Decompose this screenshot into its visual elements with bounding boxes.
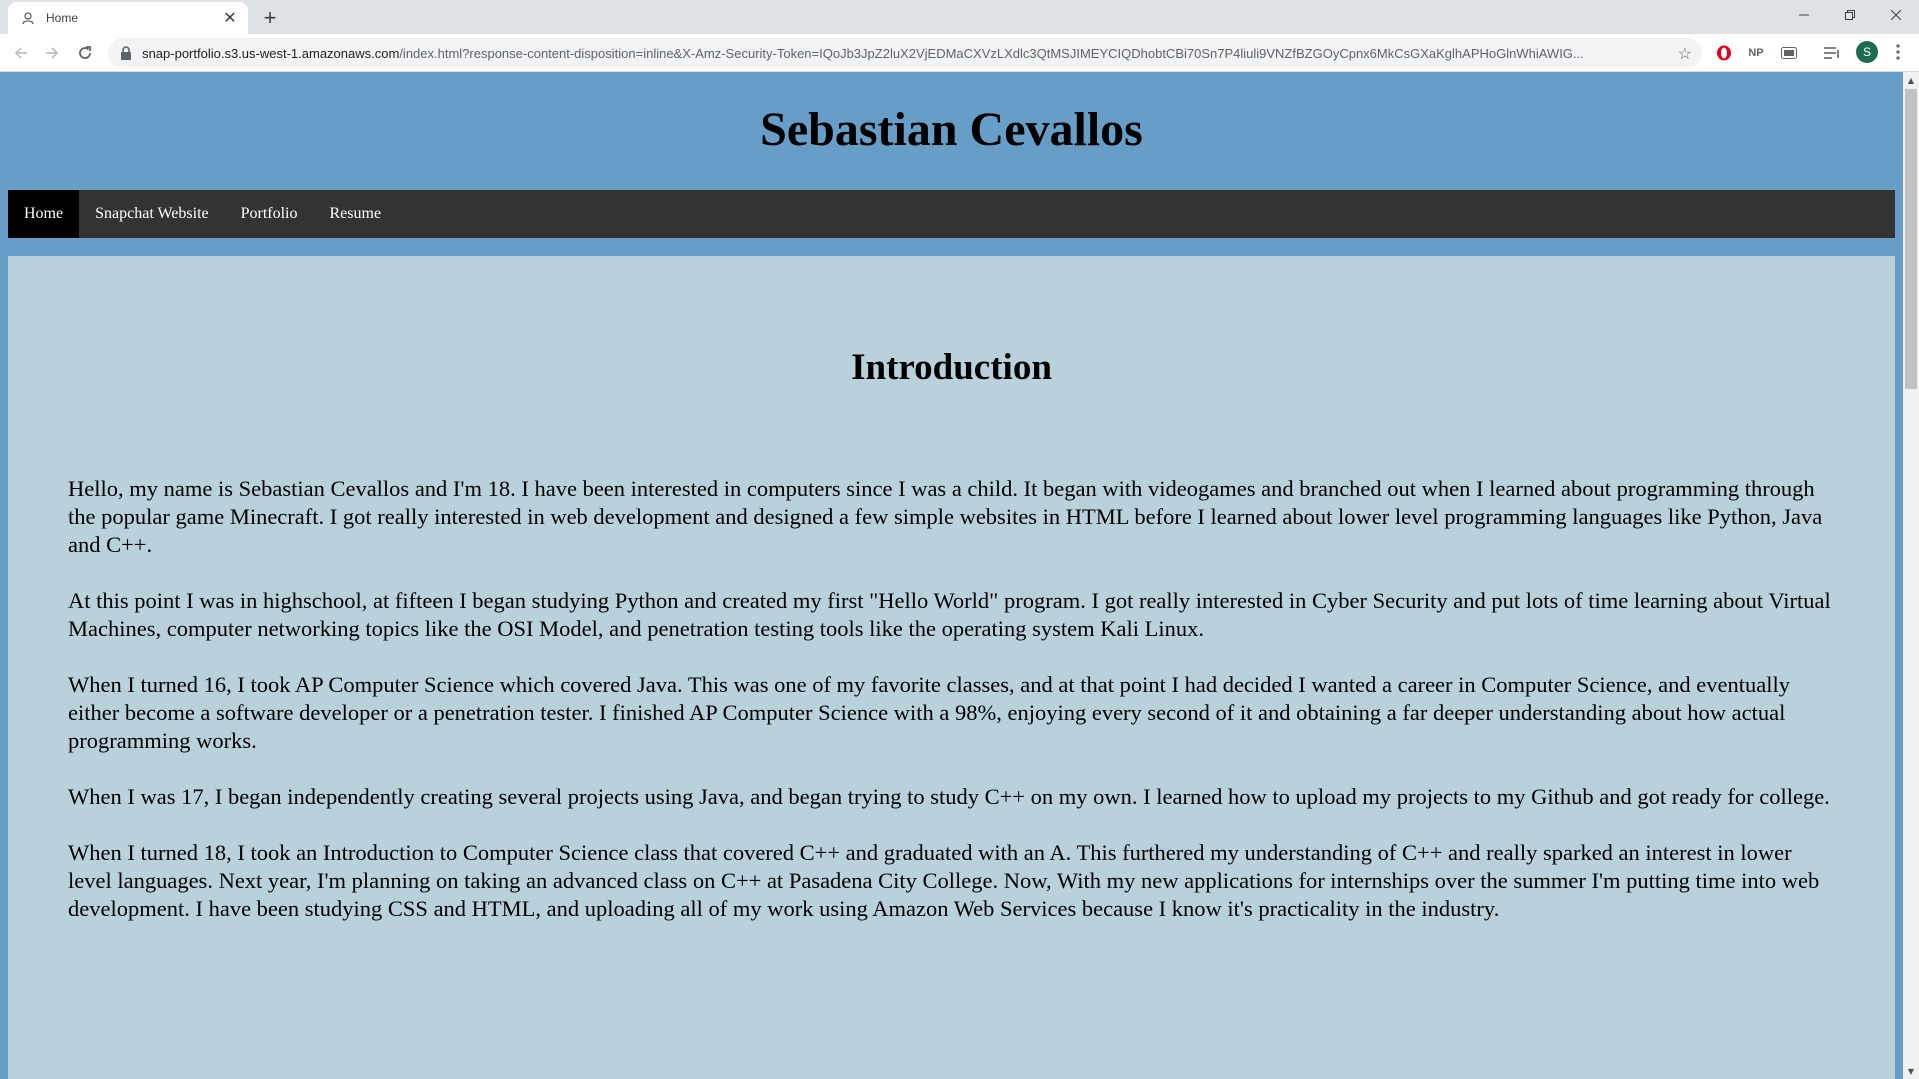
scroll-up-arrow-icon[interactable]: ▲ [1903,72,1919,88]
cast-icon[interactable] [1779,43,1799,63]
tab-title: Home [46,11,79,25]
close-window-icon[interactable] [1873,0,1919,30]
intro-paragraph-2: At this point I was in highschool, at fi… [68,588,1831,641]
restore-window-icon[interactable] [1827,0,1873,30]
back-arrow-icon[interactable] [9,41,33,65]
site-title: Sebastian Cevallos [760,103,1143,156]
tab-strip: Home ✕ + [0,0,1919,34]
address-bar[interactable]: snap-portfolio.s3.us-west-1.amazonaws.co… [108,38,1702,68]
site-navbar: Home Snapchat Website Portfolio Resume [8,190,1895,238]
nav-home-link[interactable]: Home [8,190,80,238]
nav-portfolio-link[interactable]: Portfolio [225,190,314,238]
section-heading: Introduction [851,347,1052,388]
close-tab-icon[interactable]: ✕ [222,10,238,27]
scroll-down-arrow-icon[interactable]: ▼ [1903,1063,1919,1079]
bookmark-star-icon[interactable]: ☆ [1678,44,1692,64]
lock-icon[interactable] [120,46,134,60]
intro-paragraph-5: When I turned 18, I took an Introduction… [68,840,1820,921]
profile-avatar[interactable]: S [1856,41,1878,63]
browser-menu-icon[interactable] [1888,41,1908,63]
url-path: /index.html?response-content-disposition… [399,45,1584,61]
page-viewport: Sebastian Cevallos Home Snapchat Website… [0,72,1903,1079]
np-extension-icon[interactable]: NP [1746,43,1766,63]
page-favicon-icon [20,10,36,26]
reload-icon[interactable] [73,41,97,65]
forward-arrow-icon[interactable] [40,41,64,65]
scrollbar-thumb[interactable] [1905,89,1917,389]
new-tab-button[interactable]: + [258,5,282,30]
intro-paragraph-3: When I turned 16, I took AP Computer Sci… [68,672,1790,753]
minimize-window-icon[interactable] [1781,0,1827,30]
intro-paragraph-4: When I was 17, I began independently cre… [68,784,1830,809]
main-content: Introduction Hello, my name is Sebastian… [8,256,1895,1079]
reading-list-icon[interactable] [1822,43,1842,63]
page-scrollbar[interactable]: ▲ ▼ [1903,72,1919,1079]
nav-resume-link[interactable]: Resume [314,190,398,238]
opera-icon[interactable] [1714,43,1734,63]
url-host: snap-portfolio.s3.us-west-1.amazonaws.co… [142,45,400,61]
browser-tab-home[interactable]: Home ✕ [8,2,248,34]
nav-snapchat-website-link[interactable]: Snapchat Website [79,190,225,238]
browser-toolbar: snap-portfolio.s3.us-west-1.amazonaws.co… [0,34,1919,72]
intro-paragraph-1: Hello, my name is Sebastian Cevallos and… [68,476,1823,557]
